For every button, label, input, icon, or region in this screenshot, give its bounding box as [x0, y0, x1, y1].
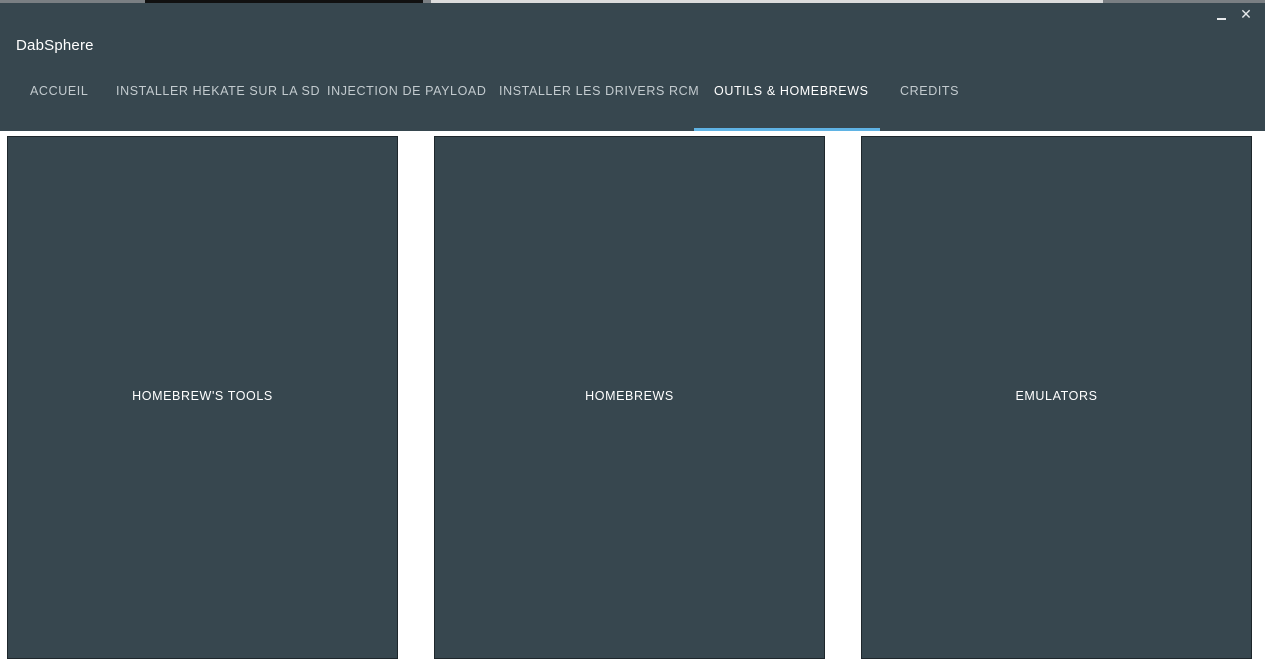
tab-installer-hekate[interactable]: INSTALLER HEKATE SUR LA SD [116, 73, 320, 131]
app-bar: DabSphere ACCUEIL INSTALLER HEKATE SUR L… [0, 27, 1265, 131]
active-tab-indicator [694, 128, 880, 131]
tab-bar: ACCUEIL INSTALLER HEKATE SUR LA SD INJEC… [0, 73, 1265, 131]
homebrews-tools-button[interactable]: HOMEBREW'S TOOLS [7, 136, 398, 659]
homebrews-label: HOMEBREWS [585, 389, 674, 403]
tab-outils-homebrews[interactable]: OUTILS & HOMEBREWS [714, 73, 869, 131]
emulators-label: EMULATORS [1015, 389, 1098, 403]
homebrews-button[interactable]: HOMEBREWS [434, 136, 825, 659]
emulators-button[interactable]: EMULATORS [861, 136, 1252, 659]
minimize-icon [1216, 18, 1226, 20]
close-icon: ✕ [1240, 7, 1252, 23]
close-button[interactable]: ✕ [1235, 6, 1257, 24]
homebrews-tools-label: HOMEBREW'S TOOLS [132, 389, 273, 403]
minimize-button[interactable] [1210, 6, 1232, 24]
tab-injection-payload[interactable]: INJECTION DE PAYLOAD [327, 73, 486, 131]
tab-installer-drivers-rcm[interactable]: INSTALLER LES DRIVERS RCM [499, 73, 699, 131]
tab-credits[interactable]: CREDITS [900, 73, 959, 131]
tab-accueil[interactable]: ACCUEIL [30, 73, 88, 131]
app-title: DabSphere [16, 37, 94, 54]
title-bar: ✕ [0, 3, 1265, 27]
